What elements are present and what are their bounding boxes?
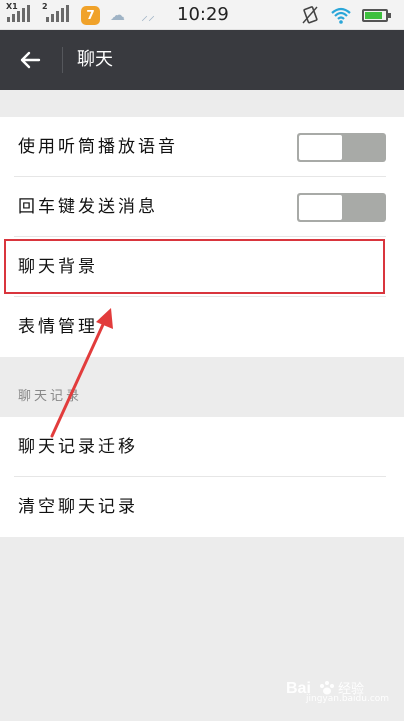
toggle-knob (299, 135, 342, 160)
wifi-icon (331, 7, 351, 24)
status-bar: X1 2 7 ☁ ⸝⸝ 10:29 (0, 0, 404, 30)
settings-group: 使用听筒播放语音 回车键发送消息 聊天背景 表情管理 (0, 117, 404, 357)
setting-row-clear-history[interactable]: 清空聊天记录 (0, 477, 404, 537)
setting-label: 聊天记录迁移 (18, 437, 138, 457)
setting-row-sticker-management[interactable]: 表情管理 (0, 297, 404, 357)
status-time: 10:29 (177, 4, 229, 25)
weather-rain-icon: ⸝⸝ (141, 8, 155, 24)
back-arrow-icon (20, 51, 41, 69)
setting-row-earpiece[interactable]: 使用听筒播放语音 (0, 117, 404, 177)
setting-label: 使用听筒播放语音 (18, 137, 178, 157)
baidu-watermark: Bai 经验 jingyan.baidu.com (286, 677, 396, 707)
notification-badge: 7 (81, 6, 100, 25)
setting-row-enter-send[interactable]: 回车键发送消息 (0, 177, 404, 237)
setting-row-migrate-history[interactable]: 聊天记录迁移 (0, 417, 404, 477)
earpiece-toggle[interactable] (297, 133, 386, 162)
back-button[interactable] (12, 44, 48, 76)
battery-fill (365, 12, 382, 19)
watermark-sub: jingyan.baidu.com (306, 694, 390, 704)
title-divider (62, 47, 63, 73)
history-group: 聊天记录迁移 清空聊天记录 (0, 417, 404, 537)
battery-icon (362, 9, 391, 22)
annotation-arrow-icon (50, 308, 113, 438)
weather-cloud-icon: ☁ (110, 6, 125, 24)
signal-1-icon (7, 5, 30, 22)
signal-2-icon (46, 5, 69, 22)
screen-rotation-icon (302, 6, 318, 24)
setting-label: 回车键发送消息 (18, 197, 158, 217)
page-title: 聊天 (77, 49, 113, 70)
highlight-box (4, 239, 385, 294)
setting-label: 表情管理 (18, 317, 98, 337)
toggle-knob (299, 195, 342, 220)
setting-label: 清空聊天记录 (18, 497, 138, 517)
enter-send-toggle[interactable] (297, 193, 386, 222)
chat-history-section-header: 聊天记录 (18, 389, 83, 404)
title-bar: 聊天 (0, 30, 404, 90)
